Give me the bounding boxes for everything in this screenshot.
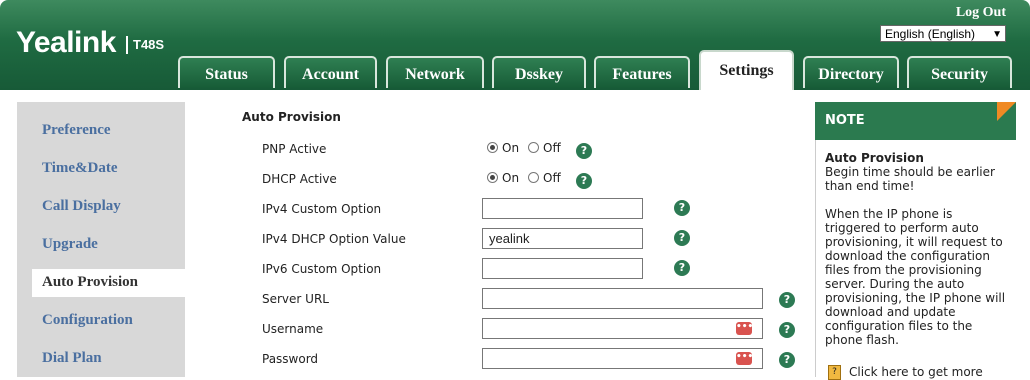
pnp-active-on-label: On (502, 141, 520, 155)
sidebar-item-auto-provision[interactable]: Auto Provision (32, 269, 192, 297)
help-icon[interactable]: ? (779, 292, 795, 308)
tab-account[interactable]: Account (284, 56, 377, 88)
sidebar-item-dial-plan[interactable]: Dial Plan (42, 350, 102, 367)
help-icon[interactable]: ? (779, 352, 795, 368)
password-input[interactable] (482, 348, 763, 369)
ipv6-custom-option-input[interactable] (482, 258, 643, 279)
dhcp-active-label: DHCP Active (262, 172, 337, 186)
sidebar-item-preference[interactable]: Preference (42, 122, 111, 139)
pnp-active-off-label: Off (543, 141, 561, 155)
server-url-label: Server URL (262, 292, 329, 306)
server-url-input[interactable] (482, 288, 763, 309)
sidebar-item-label: Auto Provision (42, 274, 138, 290)
ipv4-dhcp-option-value-input[interactable]: yealink (482, 228, 643, 249)
tab-settings[interactable]: Settings (699, 50, 794, 90)
password-manager-icon[interactable]: ••• (736, 322, 753, 335)
password-manager-icon[interactable]: ••• (736, 352, 753, 365)
sidebar-item-configuration[interactable]: Configuration (42, 312, 133, 329)
tab-security[interactable]: Security (907, 56, 1012, 88)
help-icon[interactable]: ? (576, 143, 592, 159)
model-label: T48S (126, 36, 164, 54)
sidebar-item-call-display[interactable]: Call Display (42, 198, 121, 215)
tab-features[interactable]: Features (594, 56, 690, 88)
ipv4-dhcp-option-value-label: IPv4 DHCP Option Value (262, 232, 406, 246)
tab-directory[interactable]: Directory (803, 56, 899, 88)
sidebar: Preference Time&Date Call Display Upgrad… (17, 102, 185, 377)
pnp-active-label: PNP Active (262, 142, 327, 156)
dhcp-active-off-label: Off (543, 171, 561, 185)
note-heading: Auto Provision (825, 151, 924, 165)
username-label: Username (262, 322, 324, 336)
language-select-value: English (English) (885, 27, 976, 41)
logout-link[interactable]: Log Out (956, 5, 1006, 21)
help-book-icon: ? (828, 365, 841, 380)
password-label: Password (262, 352, 319, 366)
section-title: Auto Provision (242, 110, 341, 124)
help-icon[interactable]: ? (674, 200, 690, 216)
ipv4-custom-option-label: IPv4 Custom Option (262, 202, 382, 216)
note-body: Auto Provision Begin time should be earl… (825, 151, 1010, 347)
help-icon[interactable]: ? (674, 260, 690, 276)
dhcp-active-off-radio[interactable] (528, 172, 539, 183)
note-corner-decoration (997, 102, 1016, 121)
dhcp-active-on-radio[interactable] (487, 172, 498, 183)
help-icon[interactable]: ? (576, 173, 592, 189)
dhcp-active-on-label: On (502, 171, 520, 185)
sidebar-item-time-date[interactable]: Time&Date (42, 160, 118, 177)
chevron-down-icon: ▼ (992, 29, 1002, 40)
language-select[interactable]: English (English) ▼ (880, 25, 1006, 42)
help-icon[interactable]: ? (674, 230, 690, 246)
note-header: NOTE (815, 102, 1016, 140)
help-icon[interactable]: ? (779, 322, 795, 338)
pnp-active-off-radio[interactable] (528, 142, 539, 153)
note-title: NOTE (825, 113, 865, 128)
note-line-1: Begin time should be earlier than end ti… (825, 165, 995, 193)
note-line-2: When the IP phone is triggered to perfor… (825, 207, 1006, 347)
ipv6-custom-option-label: IPv6 Custom Option (262, 262, 382, 276)
ipv4-custom-option-input[interactable] (482, 198, 643, 219)
username-input[interactable] (482, 318, 763, 339)
tab-status[interactable]: Status (178, 56, 275, 88)
tab-dsskey[interactable]: Dsskey (492, 56, 586, 88)
pnp-active-on-radio[interactable] (487, 142, 498, 153)
more-help-link[interactable]: ? Click here to get more (828, 365, 983, 380)
tab-network[interactable]: Network (386, 56, 484, 88)
yealink-logo: Yealink (16, 26, 116, 59)
sidebar-item-upgrade[interactable]: Upgrade (42, 236, 98, 253)
